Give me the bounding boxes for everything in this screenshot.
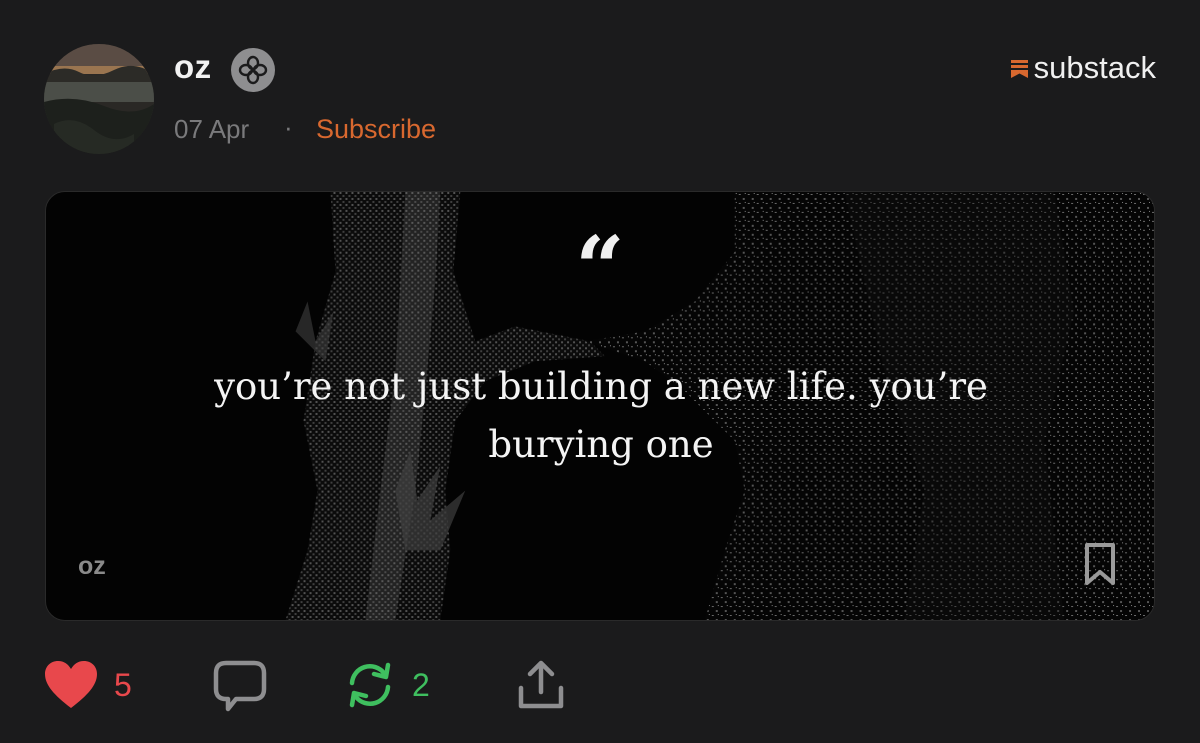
restack-icon [349,662,391,708]
avatar-landscape-image [44,44,154,154]
restack-button[interactable]: 2 [344,650,430,720]
author-name[interactable]: oz [174,48,212,86]
share-button[interactable] [516,650,566,720]
subscribe-link[interactable]: Subscribe [316,114,436,145]
substack-logo-icon [1010,60,1028,78]
avatar[interactable] [44,44,154,154]
comment-icon [213,660,267,712]
like-count: 5 [114,666,132,703]
post-date: 07 Apr [174,114,250,144]
quote-mark-icon: “ [575,218,625,319]
quote-card[interactable]: “ you’re not just building a new life. y… [45,191,1155,621]
post-actions: 5 2 [0,650,1200,720]
flower-badge-icon [231,48,275,92]
like-button[interactable]: 5 [44,650,132,720]
comment-button[interactable] [212,650,268,720]
brand-name: substack [1033,50,1156,85]
restack-count: 2 [412,666,430,703]
substack-brand[interactable]: substack [1010,50,1156,86]
share-icon [518,660,564,709]
meta-separator: · [284,112,293,142]
quote-text: you’re not just building a new life. you… [214,365,988,466]
bookmark-icon[interactable] [1084,542,1116,586]
card-author: oz [78,552,106,580]
heart-icon [45,661,97,708]
